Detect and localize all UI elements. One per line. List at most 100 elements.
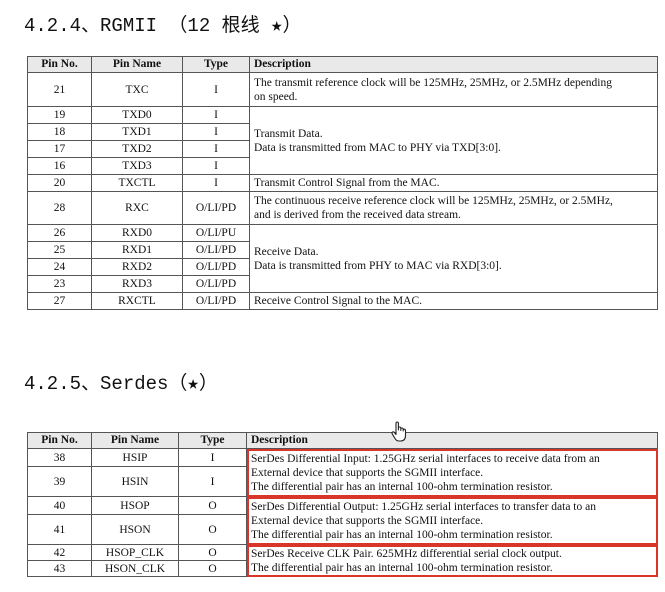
pin-name: RXD0 [91, 224, 183, 242]
pin-no: 21 [27, 72, 92, 107]
col-header-type: Type [182, 56, 250, 73]
col-header-description: Description [246, 432, 658, 449]
pin-type: O/LI/PU [182, 224, 250, 242]
pin-type: O [178, 544, 247, 561]
pin-type: O [178, 514, 247, 545]
pin-description-highlighted: SerDes Differential Output: 1.25GHz seri… [246, 496, 658, 545]
col-header-type: Type [178, 432, 247, 449]
description-line: SerDes Differential Output: 1.25GHz seri… [251, 500, 596, 513]
pin-name: HSON [91, 514, 179, 545]
pin-no: 28 [27, 191, 92, 225]
pin-type: O/LI/PD [182, 275, 250, 293]
pin-description: Transmit Data. Data is transmitted from … [249, 106, 658, 175]
pin-name: TXD3 [91, 157, 183, 175]
table-row: 38 HSIP I SerDes Differential Input: 1.2… [27, 448, 658, 497]
pin-no: 42 [27, 544, 92, 561]
pin-no: 24 [27, 258, 92, 276]
table-header-row: Pin No. Pin Name Type Description [27, 56, 658, 73]
pin-no: 19 [27, 106, 92, 124]
pin-description: Receive Control Signal to the MAC. [249, 292, 658, 310]
pin-name: HSOP [91, 496, 179, 515]
pin-name: HSIN [91, 466, 179, 497]
description-line: The differential pair has an internal 10… [251, 561, 553, 574]
pin-name: TXD2 [91, 140, 183, 158]
table-row: 21 TXC I The transmit reference clock wi… [27, 72, 658, 107]
description-line: Transmit Data. [254, 127, 323, 140]
pin-no: 16 [27, 157, 92, 175]
pin-no: 43 [27, 560, 92, 577]
pin-type: I [178, 448, 247, 467]
col-header-pin-name: Pin Name [91, 432, 179, 449]
pin-no: 26 [27, 224, 92, 242]
pin-description: Transmit Control Signal from the MAC. [249, 174, 658, 192]
pin-no: 27 [27, 292, 92, 310]
pin-no: 23 [27, 275, 92, 293]
pin-name: RXD1 [91, 241, 183, 259]
section-heading-serdes: 4.2.5、Serdes（★） [24, 373, 218, 395]
pin-type: O [178, 496, 247, 515]
pin-type: I [182, 123, 250, 141]
col-header-pin-name: Pin Name [91, 56, 183, 73]
pin-name: RXCTL [91, 292, 183, 310]
pin-no: 38 [27, 448, 92, 467]
pin-type: I [182, 106, 250, 124]
pin-type: O/LI/PD [182, 292, 250, 310]
pin-description: Receive Data. Data is transmitted from P… [249, 224, 658, 293]
description-line: Data is transmitted from MAC to PHY via … [254, 141, 501, 154]
pin-no: 18 [27, 123, 92, 141]
description-line: The continuous receive reference clock w… [254, 195, 613, 207]
pin-type: I [182, 140, 250, 158]
pin-name: TXD1 [91, 123, 183, 141]
pin-type: I [178, 466, 247, 497]
col-header-pin-no: Pin No. [27, 56, 92, 73]
serdes-pin-table: Pin No. Pin Name Type Description 38 HSI… [27, 432, 658, 577]
pin-no: 41 [27, 514, 92, 545]
pin-no: 40 [27, 496, 92, 515]
description-line: and is derived from the received data st… [254, 209, 461, 221]
pin-type: O/LI/PD [182, 241, 250, 259]
pin-type: I [182, 174, 250, 192]
description-line: on speed. [254, 90, 298, 103]
pin-name: TXC [91, 72, 183, 107]
description-line: Receive Data. [254, 245, 319, 258]
pin-type: O [178, 560, 247, 577]
table-row: 26 RXD0 O/LI/PU Receive Data. Data is tr… [27, 224, 658, 293]
pin-no: 25 [27, 241, 92, 259]
table-row: 27 RXCTL O/LI/PD Receive Control Signal … [27, 292, 658, 310]
description-line: The differential pair has an internal 10… [251, 528, 553, 541]
table-row: 40 HSOP O SerDes Differential Output: 1.… [27, 496, 658, 545]
pin-type: O/LI/PD [182, 191, 250, 225]
pin-no: 20 [27, 174, 92, 192]
pin-name: TXCTL [91, 174, 183, 192]
table-header-row: Pin No. Pin Name Type Description [27, 432, 658, 449]
hand-cursor-icon [390, 421, 408, 443]
pin-name: TXD0 [91, 106, 183, 124]
table-row: 19 TXD0 I Transmit Data. Data is transmi… [27, 106, 658, 175]
table-row: 28 RXC O/LI/PD The continuous receive re… [27, 191, 658, 225]
pin-description-highlighted: SerDes Differential Input: 1.25GHz seria… [246, 448, 658, 497]
pin-name: HSON_CLK [91, 560, 179, 577]
description-line: External device that supports the SGMII … [251, 514, 484, 527]
pin-type: I [182, 72, 250, 107]
pin-name: RXD2 [91, 258, 183, 276]
pin-name: HSIP [91, 448, 179, 467]
pin-name: RXD3 [91, 275, 183, 293]
description-line: The differential pair has an internal 10… [251, 480, 553, 493]
pin-name: HSOP_CLK [91, 544, 179, 561]
section-heading-rgmii: 4.2.4、RGMII （12 根线 ★） [24, 15, 302, 37]
pin-type: O/LI/PD [182, 258, 250, 276]
description-line: External device that supports the SGMII … [251, 466, 484, 479]
pin-name: RXC [91, 191, 183, 225]
pin-description: The transmit reference clock will be 125… [249, 72, 658, 107]
description-line: The transmit reference clock will be 125… [254, 76, 612, 89]
description-line: SerDes Receive CLK Pair. 625MHz differen… [251, 547, 562, 560]
table-row: 20 TXCTL I Transmit Control Signal from … [27, 174, 658, 192]
col-header-description: Description [249, 56, 658, 73]
pin-no: 17 [27, 140, 92, 158]
description-line: Data is transmitted from PHY to MAC via … [254, 259, 502, 272]
col-header-pin-no: Pin No. [27, 432, 92, 449]
pin-description-highlighted: SerDes Receive CLK Pair. 625MHz differen… [246, 544, 658, 577]
pin-type: I [182, 157, 250, 175]
description-line: SerDes Differential Input: 1.25GHz seria… [251, 452, 600, 465]
pin-description: The continuous receive reference clock w… [249, 191, 658, 225]
